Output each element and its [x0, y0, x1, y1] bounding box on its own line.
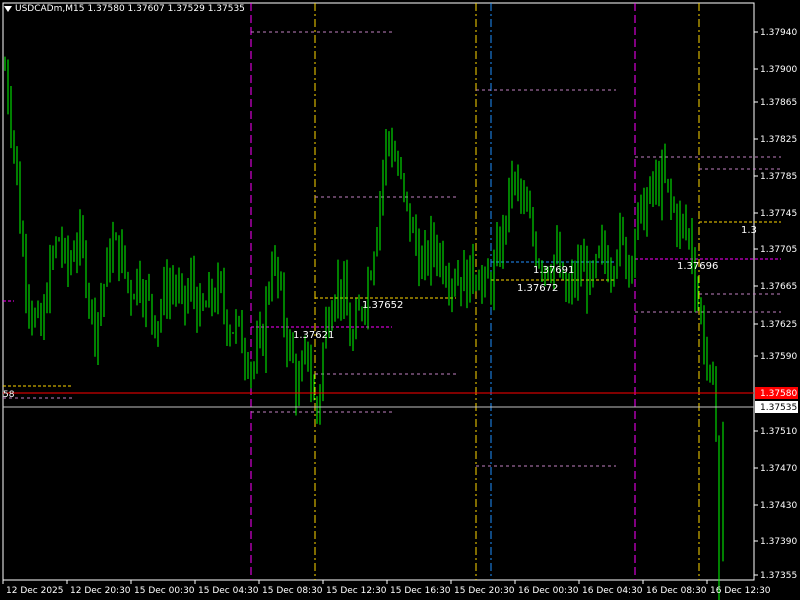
y-tick-label: 1.37745 [760, 209, 797, 219]
level-label: 1.37621 [293, 330, 334, 341]
x-tick-label: 16 Dec 08:30 [646, 586, 707, 596]
y-tick-label: 1.37665 [760, 282, 797, 292]
y-tick-label: 1.37900 [760, 65, 797, 75]
left-cut-label: 58 [3, 390, 15, 400]
x-tick-label: 15 Dec 00:30 [134, 586, 195, 596]
x-tick-label: 15 Dec 20:30 [454, 586, 515, 596]
y-tick-label: 1.37590 [760, 352, 797, 362]
y-tick-label: 1.37705 [760, 245, 797, 255]
x-tick-label: 12 Dec 20:30 [70, 586, 131, 596]
plot-frame [2, 2, 755, 581]
y-tick-label: 1.37430 [760, 501, 797, 511]
y-tick-label: 1.37470 [760, 464, 797, 474]
level-label: 1.37691 [533, 265, 574, 276]
y-tick-label: 1.37625 [760, 320, 797, 330]
x-tick-label: 15 Dec 04:30 [198, 586, 259, 596]
x-tick-label: 16 Dec 00:30 [518, 586, 579, 596]
x-tick-label: 12 Dec 2025 [6, 586, 64, 596]
x-tick-label: 15 Dec 12:30 [326, 586, 387, 596]
price-chart[interactable]: 1.37621 1.37652 1.37672 1.37691 1.37696 1.3 58… [0, 0, 800, 600]
x-tick-label: 15 Dec 08:30 [262, 586, 323, 596]
level-label: 1.37696 [677, 261, 718, 272]
y-tick-label: 1.37940 [760, 28, 797, 38]
y-tick-label: 1.37510 [760, 427, 797, 437]
x-tick-label: 15 Dec 16:30 [390, 586, 451, 596]
x-tick-label: 16 Dec 04:30 [582, 586, 643, 596]
y-tick-label: 1.37390 [760, 537, 797, 547]
bid-price-label: 1.37580 [760, 389, 797, 399]
level-label: 1.3 [741, 225, 757, 236]
level-label: 1.37652 [362, 300, 403, 311]
ask-price-label: 1.37535 [760, 403, 797, 413]
y-tick-label: 1.37785 [760, 172, 797, 182]
level-label: 1.37672 [517, 283, 558, 294]
y-tick-label: 1.37865 [760, 98, 797, 108]
y-tick-label: 1.37355 [760, 571, 797, 581]
x-tick-label: 16 Dec 12:30 [710, 586, 771, 596]
y-tick-label: 1.37825 [760, 135, 797, 145]
